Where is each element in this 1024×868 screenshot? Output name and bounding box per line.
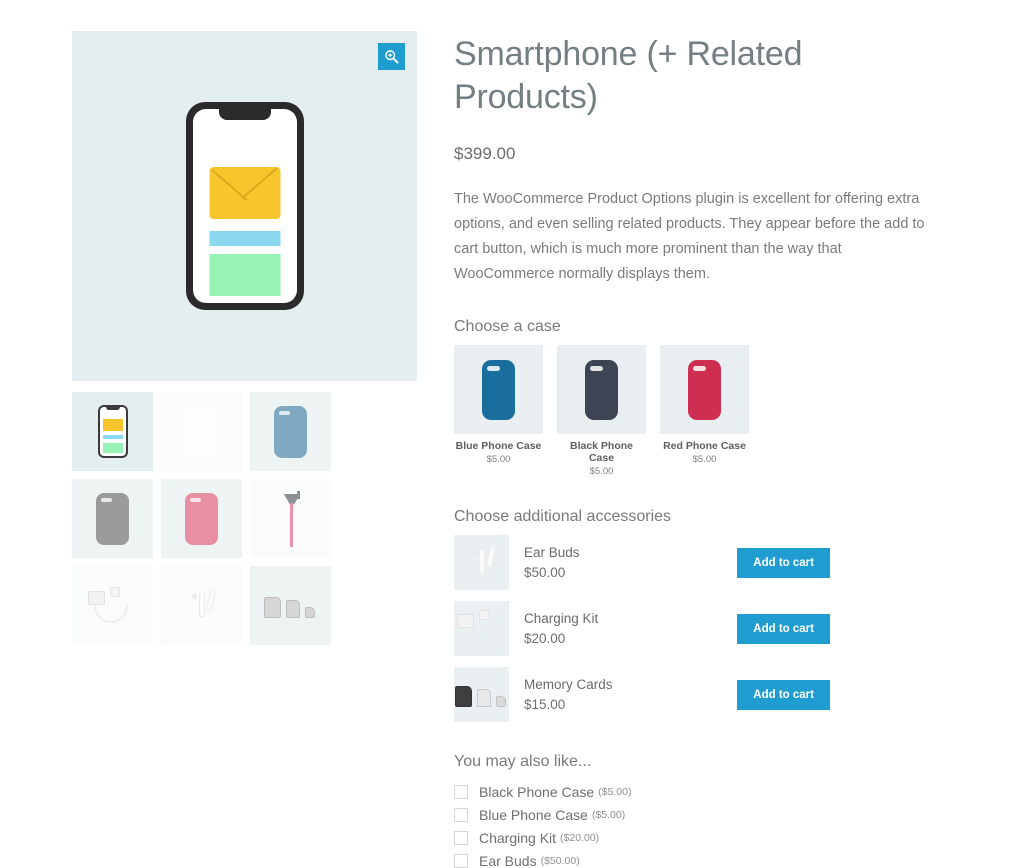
related-item-label: Blue Phone Case [479,806,588,823]
product-summary: Smartphone (+ Related Products) $399.00 … [454,33,944,868]
case-option-label: Black Phone Case [569,440,634,464]
thumbnail-ear-buds[interactable] [161,566,242,645]
related-item-price: ($5.00) [598,785,632,798]
case-option-label: Blue Phone Case [455,440,542,452]
gray-case-icon [96,492,129,545]
thumbnail-gray-case[interactable] [72,479,153,558]
case-option-label: Red Phone Case [663,440,746,452]
accessory-price: $50.00 [524,565,566,580]
case-option-black[interactable]: Black Phone Case $5.00 [557,345,646,477]
add-to-cart-button-memory-cards[interactable]: Add to cart [737,679,830,710]
envelope-icon [209,167,280,219]
product-price: $399.00 [454,144,516,163]
page-title: Smartphone (+ Related Products) [454,35,803,116]
thumbnail-memory-cards[interactable] [250,566,331,645]
product-gallery [72,31,417,645]
accessory-name: Charging Kit [524,611,599,626]
related-item-price: ($5.00) [591,808,626,821]
accessory-name: Memory Cards [524,677,613,692]
memory-cards-thumbnail[interactable] [454,667,509,722]
thumbnail-white-case[interactable] [161,392,242,471]
checkbox[interactable] [454,784,468,799]
add-to-cart-button-ear-buds[interactable]: Add to cart [737,547,830,578]
main-product-image[interactable] [72,31,417,381]
smartphone-illustration [185,102,304,310]
case-option-price: $5.00 [589,466,614,477]
accessory-row-ear-buds: Ear Buds $50.00 Add to cart [454,535,944,590]
selfie-stick-icon [276,490,306,547]
checkbox[interactable] [454,807,468,822]
memory-cards-icon [454,683,509,707]
checkbox[interactable] [454,830,468,845]
case-option-blue[interactable]: Blue Phone Case $5.00 [454,345,543,477]
related-item-price: ($20.00) [560,831,600,844]
magnifier-plus-icon[interactable] [378,43,405,70]
case-section-heading: Choose a case [454,318,561,335]
accessories-list: Ear Buds $50.00 Add to cart Charging Kit… [454,535,944,722]
case-option-red[interactable]: Red Phone Case $5.00 [660,345,749,477]
red-phone-case-icon [688,359,721,420]
related-item-blue-phone-case[interactable]: Blue Phone Case ($5.00) [454,803,944,826]
case-option-price: $5.00 [486,454,511,465]
thumbnail-smartphone[interactable] [72,392,153,471]
black-phone-case-icon [585,359,618,420]
accessory-name: Ear Buds [524,545,580,560]
related-item-label: Black Phone Case [479,783,595,800]
related-item-black-phone-case[interactable]: Black Phone Case ($5.00) [454,780,944,803]
thumbnail-charging-kit[interactable] [72,566,153,645]
thumbnail-blue-case[interactable] [250,392,331,471]
blue-case-icon [274,405,307,458]
related-item-ear-buds[interactable]: Ear Buds ($50.00) [454,849,944,868]
related-products-list: Black Phone Case ($5.00) Blue Phone Case… [454,780,944,868]
checkbox[interactable] [454,853,468,868]
charging-kit-icon [456,609,507,648]
charging-kit-icon [87,586,138,625]
ear-buds-thumbnail[interactable] [454,535,509,590]
pink-case-icon [185,492,218,545]
related-item-price: ($50.00) [540,854,580,867]
case-option-price: $5.00 [692,454,717,465]
memory-cards-icon [263,594,318,618]
product-page: Smartphone (+ Related Products) $399.00 … [0,0,1024,868]
accessory-price: $20.00 [524,631,566,646]
related-item-label: Charging Kit [479,829,557,846]
accessories-section-heading: Choose additional accessories [454,508,672,525]
related-item-charging-kit[interactable]: Charging Kit ($20.00) [454,826,944,849]
charging-kit-thumbnail[interactable] [454,601,509,656]
thumbnail-selfie-stick[interactable] [250,479,331,558]
related-section-heading: You may also like... [454,753,592,770]
ear-buds-icon [187,588,217,623]
accessory-price: $15.00 [524,697,566,712]
product-description: The WooCommerce Product Options plugin i… [454,191,925,282]
white-case-icon [185,405,218,458]
related-item-label: Ear Buds [479,852,537,868]
case-swatch-row: Blue Phone Case $5.00 Black Phone Case $… [454,345,944,477]
ear-buds-icon [467,545,497,580]
thumbnail-strip [72,392,417,645]
blue-phone-case-icon [482,359,515,420]
accessory-row-memory-cards: Memory Cards $15.00 Add to cart [454,667,944,722]
add-to-cart-button-charging-kit[interactable]: Add to cart [737,613,830,644]
accessory-row-charging-kit: Charging Kit $20.00 Add to cart [454,601,944,656]
thumbnail-pink-case[interactable] [161,479,242,558]
